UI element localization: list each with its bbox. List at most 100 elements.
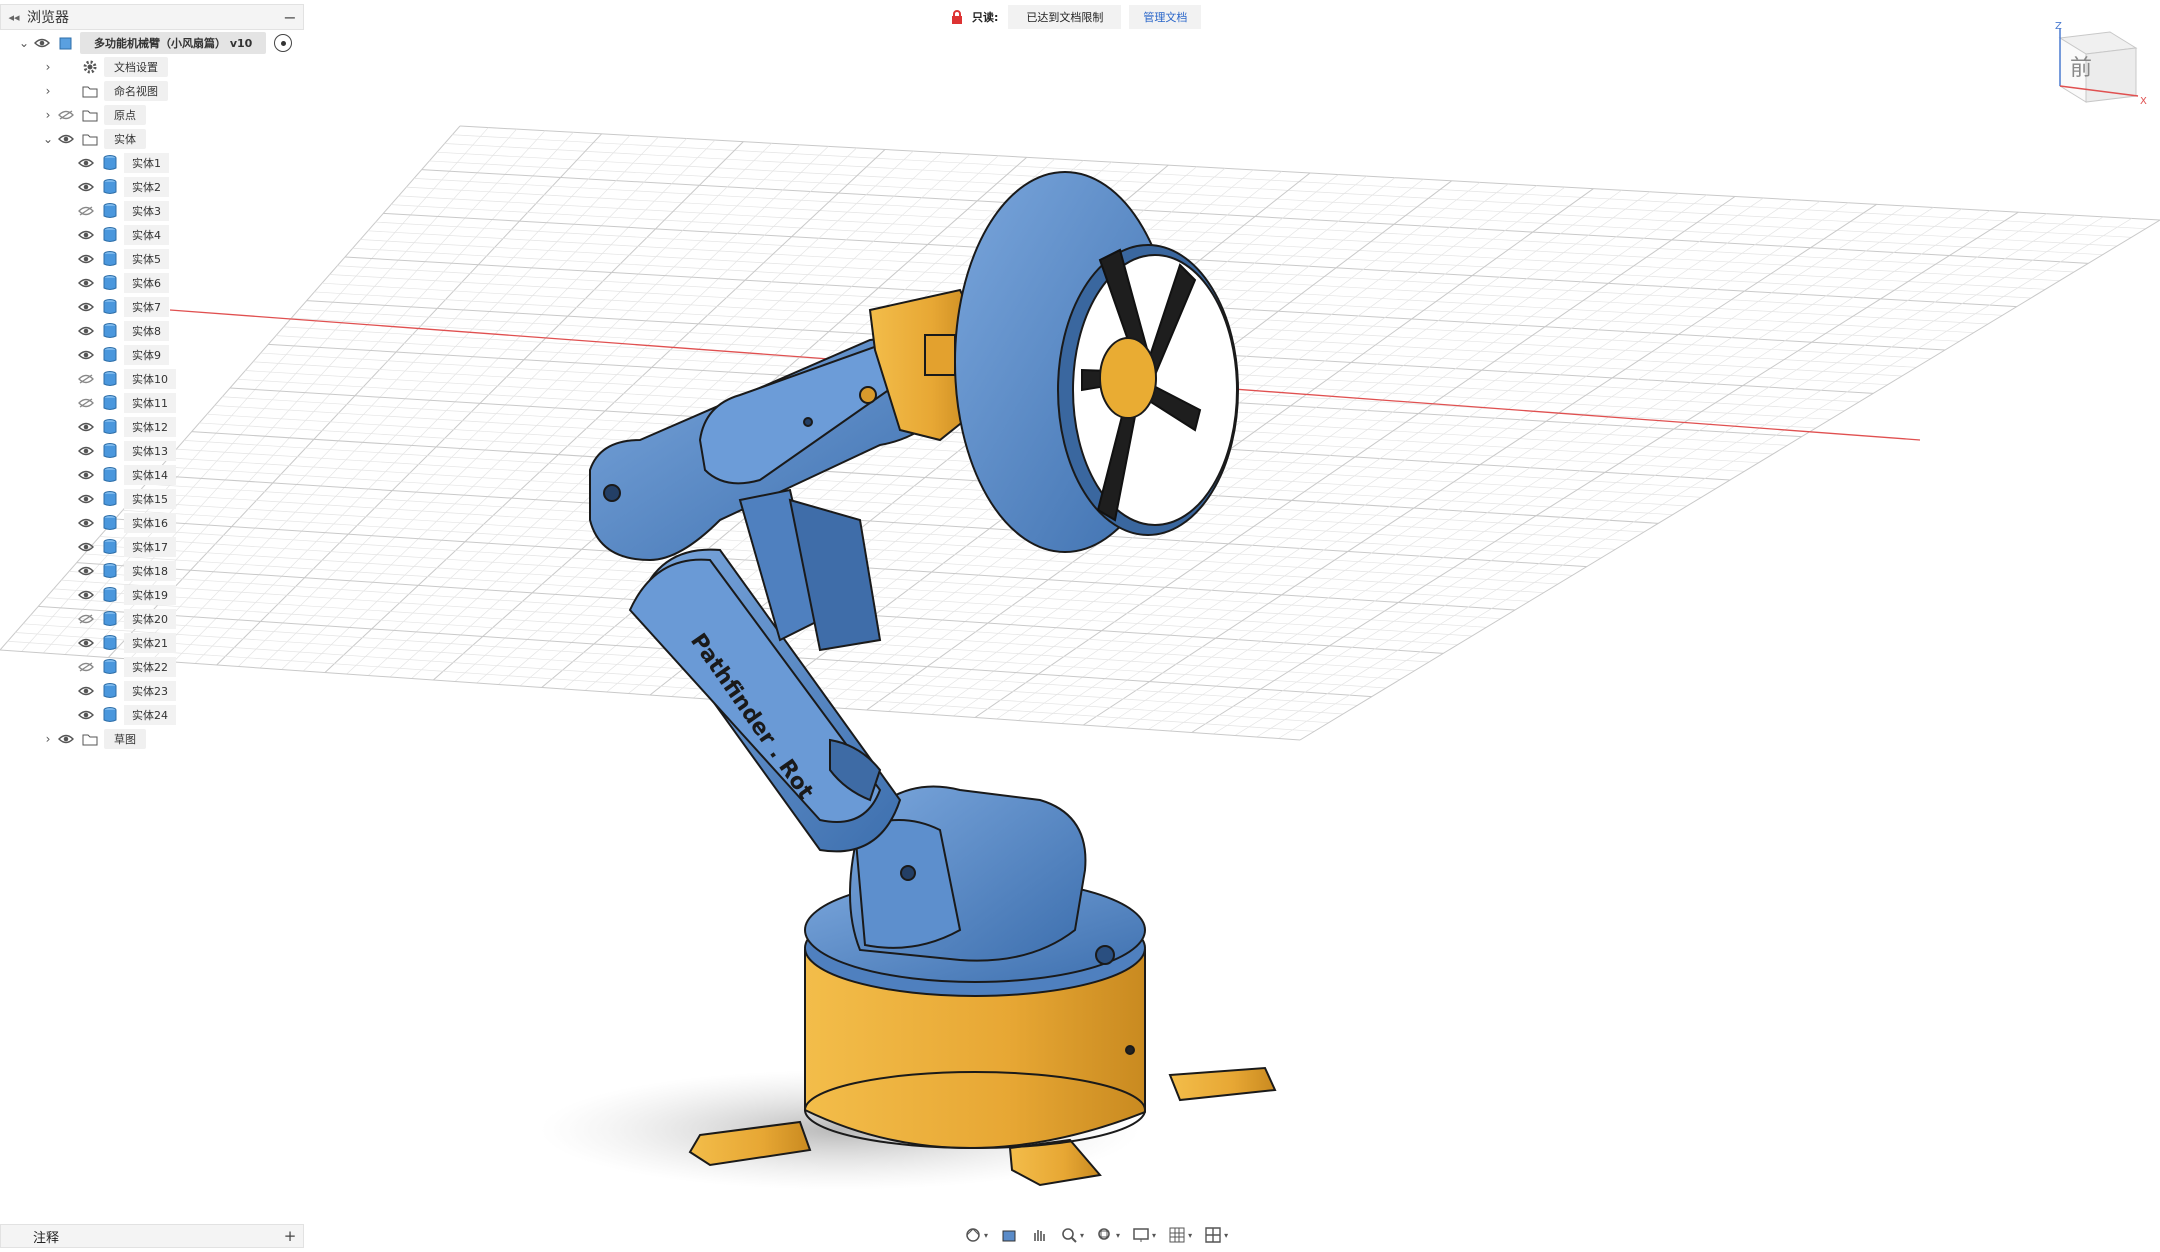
body-row[interactable]: 实体9 — [76, 344, 169, 366]
eye-icon[interactable] — [56, 108, 76, 122]
body-row[interactable]: 实体10 — [76, 368, 176, 390]
zoom-icon[interactable]: ▾ — [1056, 1226, 1088, 1244]
look-at-icon[interactable] — [996, 1226, 1022, 1244]
eye-icon[interactable] — [76, 564, 96, 578]
body-row[interactable]: 实体3 — [76, 200, 169, 222]
view-cube-face-label: 前 — [2070, 56, 2092, 81]
eye-icon[interactable] — [76, 252, 96, 266]
eye-icon[interactable] — [56, 732, 76, 746]
notes-panel-header[interactable]: 注释 + — [0, 1224, 304, 1248]
tree-node[interactable]: › 草图 — [40, 728, 146, 750]
body-icon — [100, 539, 120, 555]
viewports-icon[interactable]: ▾ — [1200, 1226, 1232, 1244]
body-row[interactable]: 实体22 — [76, 656, 176, 678]
eye-icon[interactable] — [76, 660, 96, 674]
eye-icon[interactable] — [76, 324, 96, 338]
eye-icon[interactable] — [56, 132, 76, 146]
grid-icon[interactable]: ▾ — [1164, 1226, 1196, 1244]
eye-icon[interactable] — [76, 348, 96, 362]
body-label: 实体13 — [124, 441, 176, 461]
body-row[interactable]: 实体19 — [76, 584, 176, 606]
display-settings-icon[interactable]: ▾ — [1128, 1226, 1160, 1244]
eye-icon[interactable] — [76, 444, 96, 458]
eye-icon[interactable] — [76, 636, 96, 650]
tree-node[interactable]: › 原点 — [40, 104, 146, 126]
eye-icon[interactable] — [76, 180, 96, 194]
body-row[interactable]: 实体5 — [76, 248, 169, 270]
orbit-icon[interactable]: ▾ — [960, 1226, 992, 1244]
body-row[interactable]: 实体2 — [76, 176, 169, 198]
body-icon — [100, 275, 120, 291]
eye-icon[interactable] — [76, 516, 96, 530]
tree-node[interactable]: › 命名视图 — [40, 80, 168, 102]
eye-icon[interactable] — [76, 540, 96, 554]
body-row[interactable]: 实体23 — [76, 680, 176, 702]
body-row[interactable]: 实体17 — [76, 536, 176, 558]
fit-icon[interactable]: ▾ — [1092, 1226, 1124, 1244]
eye-icon[interactable] — [76, 684, 96, 698]
body-row[interactable]: 实体6 — [76, 272, 169, 294]
body-label: 实体1 — [124, 153, 169, 173]
body-row[interactable]: 实体4 — [76, 224, 169, 246]
body-label: 实体5 — [124, 249, 169, 269]
eye-icon[interactable] — [56, 84, 76, 98]
body-row[interactable]: 实体15 — [76, 488, 176, 510]
body-row[interactable]: 实体14 — [76, 464, 176, 486]
activate-icon[interactable] — [274, 34, 293, 52]
tree-root[interactable]: ⌄ 多功能机械臂（小风扇篇） v10 — [16, 32, 293, 54]
body-row[interactable]: 实体1 — [76, 152, 169, 174]
eye-icon[interactable] — [76, 228, 96, 242]
chevron-down-icon[interactable]: ⌄ — [40, 132, 56, 146]
eye-icon[interactable] — [76, 276, 96, 290]
body-icon — [100, 395, 120, 411]
body-label: 实体22 — [124, 657, 176, 677]
3d-viewport[interactable]: Pathfinder . Rot — [0, 0, 2160, 1252]
eye-icon[interactable] — [76, 708, 96, 722]
eye-icon[interactable] — [76, 492, 96, 506]
eye-icon[interactable] — [76, 396, 96, 410]
folder-icon — [80, 131, 100, 147]
body-label: 实体7 — [124, 297, 169, 317]
body-row[interactable]: 实体24 — [76, 704, 176, 726]
double-chevron-left-icon[interactable]: ◂◂ — [1, 11, 27, 24]
body-row[interactable]: 实体7 — [76, 296, 169, 318]
limit-message: 已达到文档限制 — [1008, 5, 1122, 29]
tree-node[interactable]: › 文档设置 — [40, 56, 168, 78]
body-label: 实体18 — [124, 561, 176, 581]
browser-panel-header[interactable]: ◂◂ 浏览器 − — [0, 4, 304, 30]
manage-documents-link[interactable]: 管理文档 — [1129, 5, 1202, 29]
body-row[interactable]: 实体11 — [76, 392, 176, 414]
body-icon — [100, 419, 120, 435]
eye-icon[interactable] — [76, 420, 96, 434]
chevron-right-icon[interactable]: › — [40, 732, 56, 746]
eye-icon[interactable] — [76, 156, 96, 170]
chevron-right-icon[interactable]: › — [40, 108, 56, 122]
chevron-right-icon[interactable]: › — [40, 60, 56, 74]
body-row[interactable]: 实体18 — [76, 560, 176, 582]
eye-icon[interactable] — [56, 60, 76, 74]
view-cube[interactable]: 前 Z X — [2040, 20, 2150, 110]
eye-icon[interactable] — [76, 588, 96, 602]
eye-icon[interactable] — [32, 36, 52, 50]
body-row[interactable]: 实体13 — [76, 440, 176, 462]
eye-icon[interactable] — [76, 204, 96, 218]
add-note-icon[interactable]: + — [277, 1227, 303, 1245]
body-row[interactable]: 实体8 — [76, 320, 169, 342]
eye-icon[interactable] — [76, 300, 96, 314]
axis-x-label: X — [2140, 96, 2147, 107]
body-row[interactable]: 实体16 — [76, 512, 176, 534]
body-icon — [100, 155, 120, 171]
body-row[interactable]: 实体12 — [76, 416, 176, 438]
body-icon — [100, 467, 120, 483]
pan-icon[interactable] — [1026, 1226, 1052, 1244]
tree-node[interactable]: ⌄ 实体 — [40, 128, 146, 150]
chevron-right-icon[interactable]: › — [40, 84, 56, 98]
tree-node-label: 实体 — [104, 129, 146, 149]
minimize-icon[interactable]: − — [277, 8, 303, 27]
chevron-down-icon[interactable]: ⌄ — [16, 36, 32, 50]
body-row[interactable]: 实体20 — [76, 608, 176, 630]
body-row[interactable]: 实体21 — [76, 632, 176, 654]
eye-icon[interactable] — [76, 612, 96, 626]
eye-icon[interactable] — [76, 372, 96, 386]
eye-icon[interactable] — [76, 468, 96, 482]
